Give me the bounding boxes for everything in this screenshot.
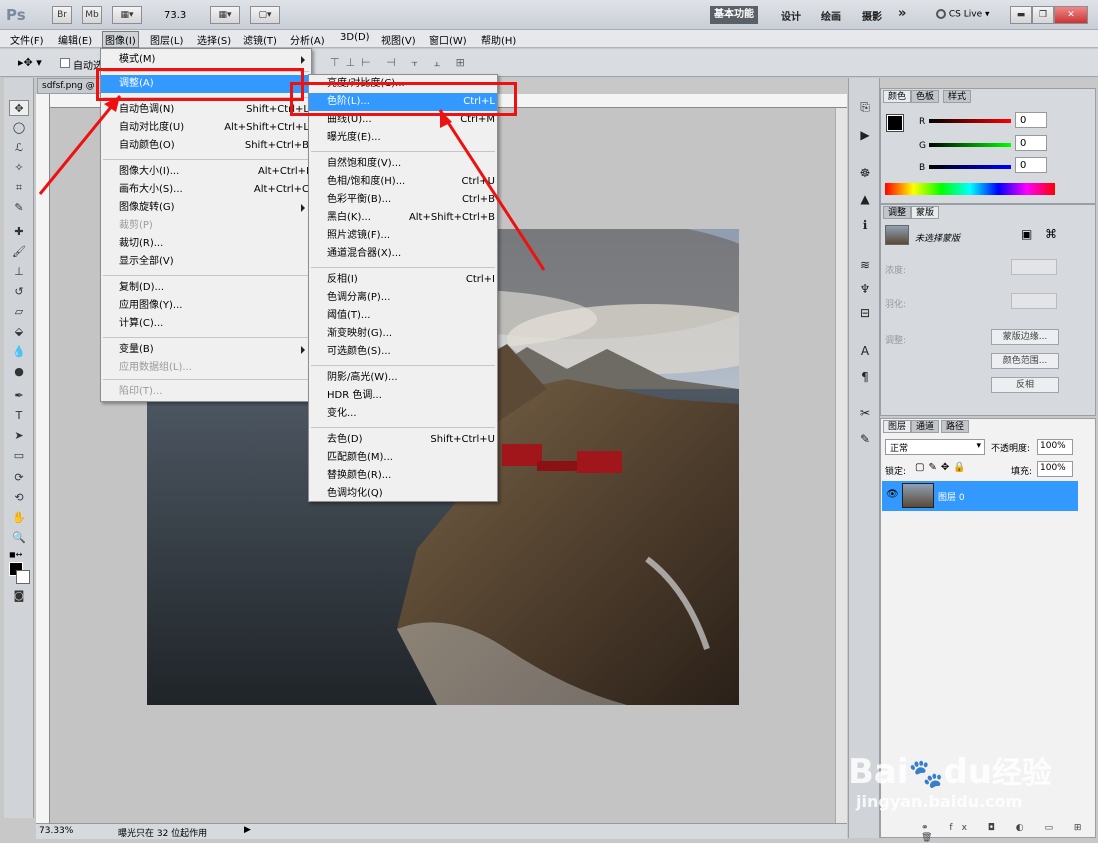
- paw-icon: 🐾: [908, 757, 944, 790]
- arrow-line-2: [438, 109, 546, 271]
- watermark-brand-a: Bai: [848, 752, 909, 792]
- watermark-brand-b: du: [943, 752, 992, 792]
- arrow-line-1: [38, 95, 122, 195]
- arrow-head-1: [104, 96, 120, 112]
- baidu-watermark: Bai🐾du经验 jingyan.baidu.com: [848, 748, 1052, 811]
- annotation-arrows: [38, 95, 546, 271]
- watermark-brand-c: 经验: [991, 756, 1052, 791]
- watermark-url: jingyan.baidu.com: [856, 792, 1023, 811]
